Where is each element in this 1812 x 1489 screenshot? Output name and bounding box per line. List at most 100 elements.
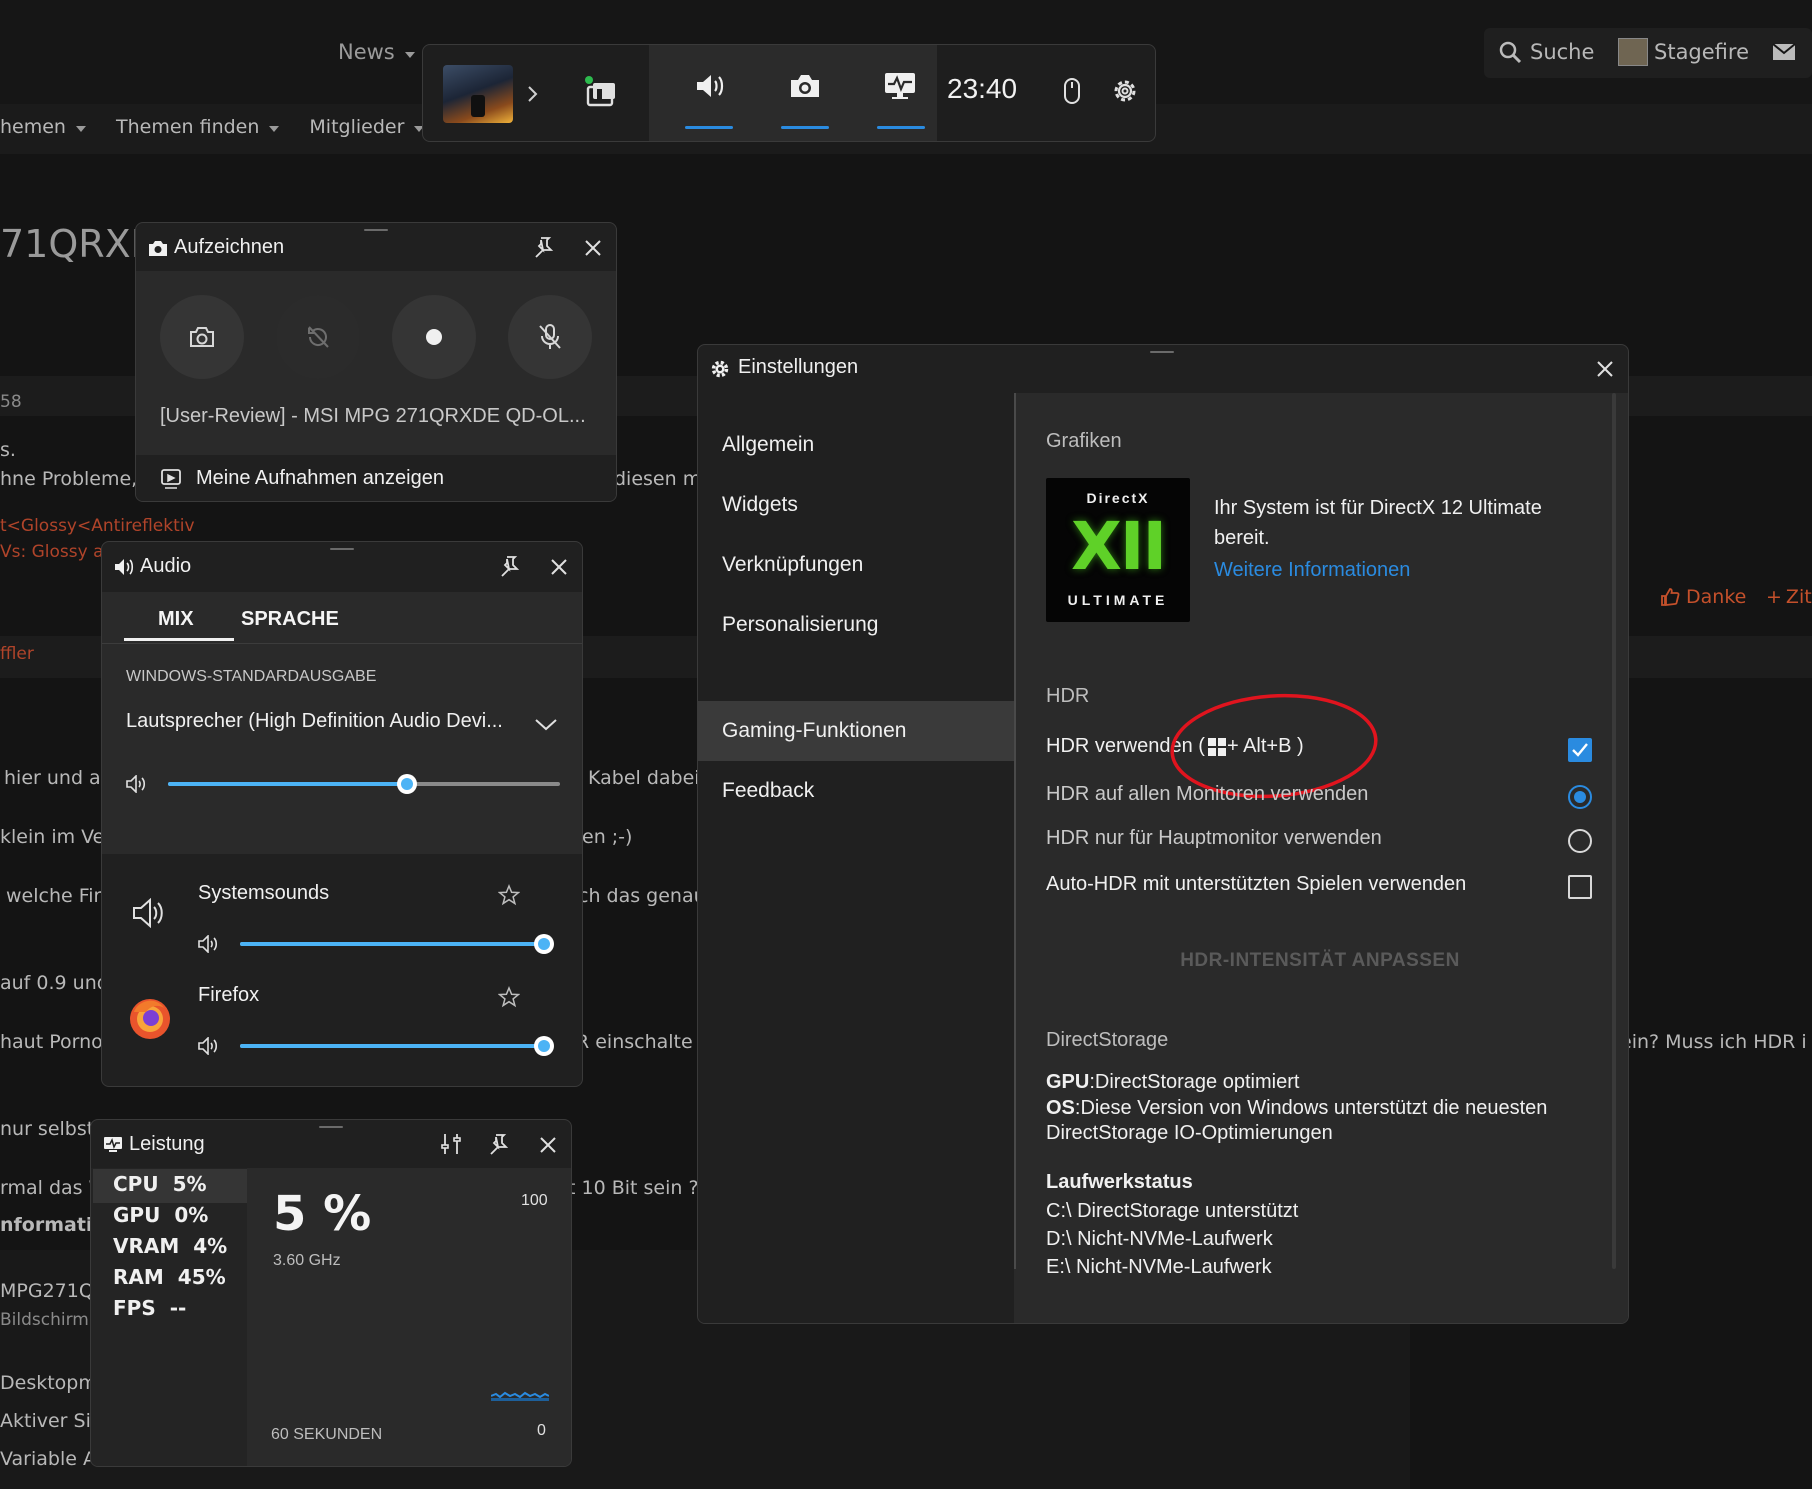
star-icon[interactable] bbox=[498, 986, 520, 1008]
metric-big-value: 5 % bbox=[273, 1186, 372, 1242]
drive-e-status: E:\ Nicht-NVMe-Laufwerk bbox=[1046, 1256, 1272, 1278]
camera-icon bbox=[190, 327, 214, 347]
capture-tab[interactable] bbox=[775, 45, 835, 141]
bg-fragment: welche Firi bbox=[6, 885, 107, 907]
metric-item[interactable]: GPU 0% bbox=[113, 1203, 208, 1227]
nav-divider bbox=[1014, 393, 1016, 1269]
bg-fragment: MPG271Q bbox=[0, 1280, 94, 1302]
firefox-icon bbox=[130, 999, 170, 1039]
bg-fragment: ffler bbox=[0, 644, 34, 664]
os-status-cont: DirectStorage IO-Optimierungen bbox=[1046, 1122, 1333, 1144]
drag-handle[interactable] bbox=[1150, 351, 1174, 353]
chevron-right-icon[interactable] bbox=[527, 85, 539, 103]
cpu-frequency: 3.60 GHz bbox=[273, 1252, 341, 1269]
screenshot-button[interactable] bbox=[160, 295, 244, 379]
bg-fragment: diesen m bbox=[614, 468, 702, 490]
bg-fragment: Kabel dabei bbox=[588, 767, 700, 789]
os-status: OS:Diese Version von Windows unterstützt… bbox=[1046, 1097, 1548, 1119]
pin-icon[interactable] bbox=[532, 235, 556, 259]
settings-title: Einstellungen bbox=[738, 356, 859, 378]
close-icon[interactable] bbox=[539, 1136, 557, 1154]
hdr-use-checkbox[interactable] bbox=[1568, 738, 1592, 762]
nav-feedback[interactable]: Feedback bbox=[722, 779, 814, 803]
hdr-all-monitors-radio[interactable] bbox=[1568, 785, 1592, 809]
star-icon[interactable] bbox=[498, 884, 520, 906]
gpu-status: GPU:DirectStorage optimiert bbox=[1046, 1071, 1300, 1093]
metric-item[interactable]: VRAM 4% bbox=[113, 1234, 227, 1258]
nav-shortcuts[interactable]: Verknüpfungen bbox=[722, 553, 863, 577]
start-recording-button[interactable] bbox=[392, 295, 476, 379]
game-thumbnail[interactable] bbox=[443, 65, 513, 123]
bg-fragment: s. bbox=[0, 439, 16, 461]
metric-item[interactable]: FPS -- bbox=[113, 1296, 186, 1320]
bg-fragment: hier und an bbox=[4, 767, 113, 789]
mic-off-icon bbox=[539, 324, 561, 349]
pin-icon[interactable] bbox=[487, 1132, 511, 1156]
replay-disabled-icon bbox=[308, 326, 329, 348]
bg-fragment: R einschalte bbox=[576, 1031, 693, 1053]
close-icon[interactable] bbox=[584, 239, 602, 257]
nav-gaming-features[interactable]: Gaming-Funktionen bbox=[722, 719, 906, 743]
mail-icon[interactable] bbox=[1772, 43, 1796, 61]
mouse-icon[interactable] bbox=[1063, 77, 1081, 105]
gear-icon[interactable] bbox=[1111, 77, 1139, 105]
audio-app-name: AquaComputerServiceHelper bbox=[198, 1086, 458, 1087]
quote-button[interactable]: + Zita bbox=[1766, 586, 1812, 608]
bg-fragment: t 10 Bit sein ? bbox=[568, 1177, 699, 1199]
settings-window: Einstellungen Allgemein Widgets Verknüpf… bbox=[697, 344, 1629, 1324]
show-recordings-link[interactable]: Meine Aufnahmen anzeigen bbox=[136, 455, 616, 501]
forum-subnav-items: hemen Themen finden Mitglieder A bbox=[0, 116, 461, 138]
bg-fragment: ch das genau bbox=[578, 885, 706, 907]
search-icon bbox=[1499, 41, 1522, 64]
like-button[interactable]: Danke bbox=[1660, 586, 1746, 608]
record-icon bbox=[426, 329, 442, 345]
nav-widgets[interactable]: Widgets bbox=[722, 493, 798, 517]
subnav-item[interactable]: hemen bbox=[0, 116, 86, 138]
audio-app-row: Systemsounds bbox=[102, 854, 582, 956]
thumbs-up-icon bbox=[1661, 588, 1680, 607]
drive-status-title: Laufwerkstatus bbox=[1046, 1171, 1193, 1193]
monitor-pulse-icon bbox=[885, 73, 915, 99]
sliders-icon[interactable] bbox=[439, 1132, 463, 1156]
graph-scale-max: 100 bbox=[521, 1192, 548, 1209]
audio-app-name: Firefox bbox=[198, 984, 260, 1006]
close-icon[interactable] bbox=[1596, 360, 1614, 378]
widget-menu-icon[interactable] bbox=[583, 75, 619, 109]
scrollbar[interactable] bbox=[1612, 393, 1616, 1269]
auto-hdr-checkbox[interactable] bbox=[1568, 875, 1592, 899]
capture-title: Aufzeichnen bbox=[174, 236, 285, 258]
camera-icon bbox=[149, 241, 167, 256]
performance-title: Leistung bbox=[129, 1133, 205, 1155]
plus-icon: + bbox=[1766, 586, 1782, 608]
drag-handle[interactable] bbox=[364, 229, 388, 231]
hdr-main-monitor-radio[interactable] bbox=[1568, 829, 1592, 853]
user-menu[interactable]: Stagefire bbox=[1618, 38, 1749, 66]
audio-widget: Audio MIX SPRACHE WINDOWS-STANDARDAUSGAB… bbox=[101, 541, 583, 1087]
performance-widget: Leistung 5 % 3.60 GHz 100 0 60 SEKUNDEN … bbox=[90, 1119, 572, 1467]
nav-allgemein[interactable]: Allgemein bbox=[722, 433, 814, 457]
nav-personalization[interactable]: Personalisierung bbox=[722, 613, 878, 637]
clock: 23:40 bbox=[947, 73, 1018, 104]
subnav-item[interactable]: Mitglieder bbox=[309, 116, 425, 138]
bg-fragment: auf 0.9 und bbox=[0, 972, 109, 994]
directx-logo: DirectX XII ULTIMATE bbox=[1046, 478, 1190, 622]
audio-app-list: Systemsounds Firefox AquaComputerService bbox=[102, 542, 582, 1087]
audio-app-row: AquaComputerServiceHelper bbox=[102, 1058, 582, 1087]
record-last-button[interactable] bbox=[276, 295, 360, 379]
metric-item[interactable]: CPU 5% bbox=[113, 1172, 207, 1196]
hdr-all-monitors-label: HDR auf allen Monitoren verwenden bbox=[1046, 783, 1369, 805]
metric-item[interactable]: RAM 45% bbox=[113, 1265, 226, 1289]
drag-handle[interactable] bbox=[319, 1126, 343, 1128]
bg-fragment: en ;-) bbox=[582, 826, 633, 848]
more-info-link[interactable]: Weitere Informationen bbox=[1214, 559, 1410, 582]
performance-tab[interactable] bbox=[871, 45, 931, 141]
mic-toggle-button[interactable] bbox=[508, 295, 592, 379]
nav-news[interactable]: News bbox=[338, 40, 415, 64]
audio-app-row: Firefox bbox=[102, 956, 582, 1058]
camera-icon bbox=[791, 75, 819, 97]
audio-tab[interactable] bbox=[679, 45, 739, 141]
subnav-item[interactable]: Themen finden bbox=[116, 116, 280, 138]
hdr-intensity-button[interactable]: HDR-INTENSITÄT ANPASSEN bbox=[1054, 935, 1586, 987]
search-link[interactable]: Suche bbox=[1498, 40, 1594, 64]
bg-fragment: 58 bbox=[0, 392, 22, 412]
